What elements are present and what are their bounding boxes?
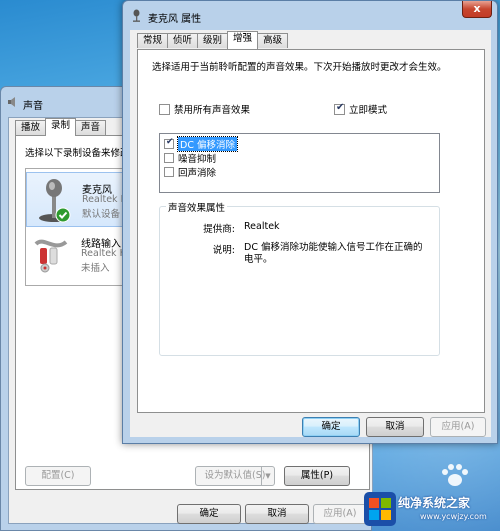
effects-list[interactable]: DC 偏移消除 噪音抑制 回声消除	[159, 133, 440, 193]
checkbox-box[interactable]	[159, 103, 170, 115]
effect-label: 回声消除	[178, 167, 217, 179]
microphone-properties-window: 麦克风 属性 x 常规 侦听 级别 增强 高级 选择适用于当前聆听配置的声音效果…	[122, 0, 498, 444]
microphone-icon	[39, 179, 71, 223]
enhancements-description: 选择适用于当前聆听配置的声音效果。下次开始播放时更改才会生效。	[152, 62, 447, 73]
checkbox-box[interactable]	[164, 152, 174, 163]
properties-titlebar[interactable]: 麦克风 属性 x	[123, 1, 497, 31]
ok-button[interactable]: 确定	[177, 504, 241, 524]
tab-recording[interactable]: 录制	[45, 118, 77, 136]
disable-all-effects-checkbox[interactable]: 禁用所有声音效果	[159, 102, 250, 116]
speaker-icon	[8, 97, 15, 107]
checkbox-box[interactable]	[164, 137, 174, 149]
disable-all-label: 禁用所有声音效果	[174, 105, 251, 116]
effect-label: DC 偏移消除	[177, 135, 238, 152]
effect-item-noise-suppression[interactable]: 噪音抑制	[164, 151, 217, 165]
tab-listen[interactable]: 侦听	[167, 33, 199, 48]
effect-item-echo-cancellation[interactable]: 回声消除	[164, 165, 217, 179]
ok-button[interactable]: 确定	[302, 417, 360, 437]
enhancements-panel: 选择适用于当前聆听配置的声音效果。下次开始播放时更改才会生效。 禁用所有声音效果…	[137, 49, 485, 413]
watermark-url: www.ycwjzy.com	[420, 512, 487, 521]
tab-playback[interactable]: 播放	[15, 120, 47, 135]
checkbox-box[interactable]	[334, 102, 345, 115]
provider-label: 提供商:	[203, 224, 235, 235]
configure-button[interactable]: 配置(C)	[25, 466, 91, 486]
apply-button[interactable]: 应用(A)	[313, 504, 367, 524]
tab-general[interactable]: 常规	[137, 33, 169, 48]
description-value: DC 偏移消除功能使输入信号工作在正确的电平。	[244, 242, 423, 265]
close-button[interactable]: x	[462, 1, 492, 18]
effect-label: 噪音抑制	[178, 153, 217, 165]
properties-window-title: 麦克风 属性	[148, 14, 202, 25]
group-label: 声音效果属性	[166, 200, 228, 214]
tab-advanced[interactable]: 高级	[257, 33, 289, 48]
effect-properties-group: 声音效果属性 提供商: Realtek 说明: DC 偏移消除功能使输入信号工作…	[159, 200, 440, 356]
sound-tabs: 播放 录制 声音	[15, 118, 107, 136]
immediate-mode-label: 立即模式	[349, 105, 388, 116]
watermark-title: 纯净系统之家	[398, 496, 471, 510]
chevron-down-icon[interactable]: ▼	[261, 467, 274, 485]
cancel-button[interactable]: 取消	[245, 504, 309, 524]
microphone-small-icon	[133, 9, 140, 22]
effect-item-dc-offset[interactable]: DC 偏移消除	[164, 135, 238, 152]
cancel-button[interactable]: 取消	[366, 417, 424, 437]
tab-enhancements[interactable]: 增强	[227, 31, 259, 49]
tab-levels[interactable]: 级别	[197, 33, 229, 48]
tab-sounds[interactable]: 声音	[75, 120, 107, 135]
watermark: 纯净系统之家 www.ycwjzy.com	[360, 488, 500, 531]
properties-button[interactable]: 属性(P)	[284, 466, 350, 486]
sound-window-title: 声音	[23, 101, 43, 112]
recording-instruction: 选择以下录制设备来修改	[25, 148, 130, 159]
line-in-icon	[34, 239, 68, 273]
set-default-label: 设为默认值(S)	[204, 470, 266, 481]
checkbox-box[interactable]	[164, 166, 174, 177]
device-status: 默认设备	[82, 209, 121, 220]
immediate-mode-checkbox[interactable]: 立即模式	[334, 102, 387, 116]
paw-icon	[442, 464, 468, 486]
device-status: 未插入	[81, 263, 110, 274]
provider-value: Realtek	[244, 221, 280, 232]
properties-tabs: 常规 侦听 级别 增强 高级	[137, 31, 289, 49]
windows-logo-icon	[364, 492, 396, 526]
set-default-button[interactable]: 设为默认值(S) ▼	[195, 466, 275, 486]
properties-client-area: 常规 侦听 级别 增强 高级 选择适用于当前聆听配置的声音效果。下次开始播放时更…	[130, 30, 491, 437]
description-label: 说明:	[212, 245, 235, 256]
apply-button[interactable]: 应用(A)	[430, 417, 486, 437]
